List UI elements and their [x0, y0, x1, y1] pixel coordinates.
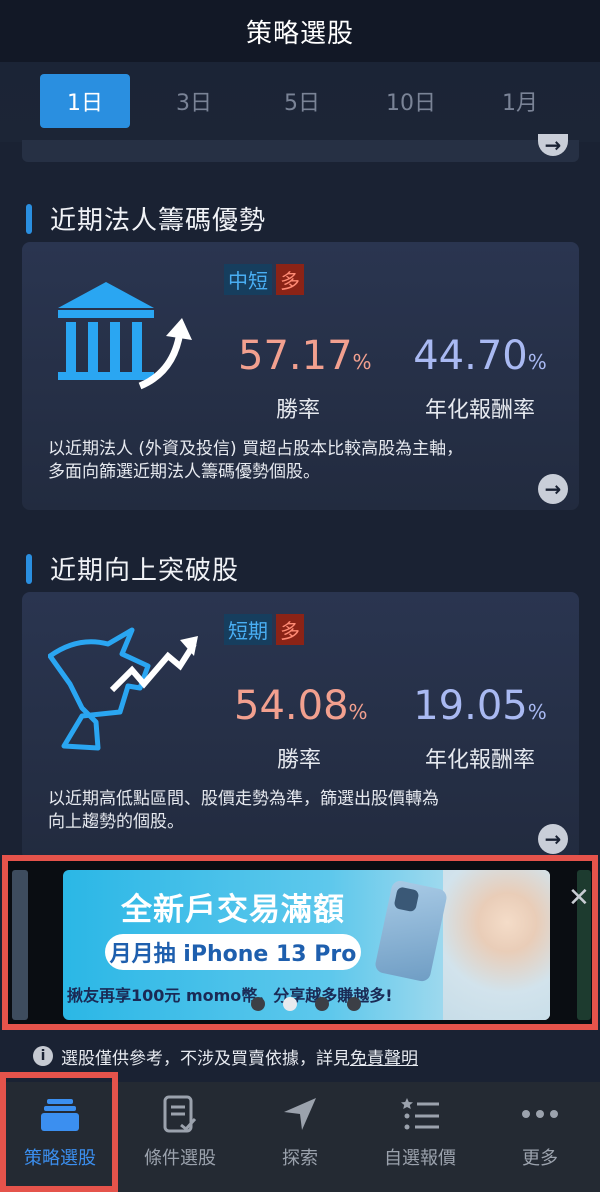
section-accent-bar: [26, 553, 32, 584]
description-line: 向上趨勢的個股。: [48, 812, 184, 832]
checklist-doc-icon: [160, 1094, 200, 1134]
more-dots-icon: [520, 1094, 560, 1134]
ad-photo: [443, 870, 550, 1020]
section-accent-bar: [26, 203, 32, 234]
description-line: 多面向篩選近期法人籌碼優勢個股。: [48, 462, 320, 482]
annual-return-stat: 19.05% 年化報酬率: [410, 684, 550, 774]
win-rate-value: 54.08: [234, 683, 349, 729]
bank-building-icon: [48, 276, 198, 396]
star-list-icon: [400, 1094, 440, 1134]
win-rate-label: 勝率: [275, 398, 320, 423]
disclaimer-text: 選股僅供參考，不涉及買賣依據，詳見: [61, 1048, 350, 1069]
ad-banner-carousel[interactable]: 全新戶交易滿額 月月抽 iPhone 13 Pro 揪友再享100元 momo幣…: [2, 855, 598, 1030]
ad-headline: 全新戶交易滿額: [121, 892, 345, 928]
disclaimer-link[interactable]: 免責聲明: [350, 1044, 418, 1069]
term-tag: 中短: [224, 264, 272, 295]
section-title-text: 近期向上突破股: [50, 556, 240, 586]
win-rate-unit: %: [348, 700, 368, 724]
tab-1d[interactable]: 1日: [40, 74, 130, 128]
annual-return-value: 44.70: [413, 333, 528, 379]
previous-strategy-card[interactable]: →: [22, 133, 579, 162]
carousel-dots: [251, 997, 361, 1011]
direction-tag: 多: [276, 264, 304, 295]
term-tag: 短期: [224, 614, 272, 645]
section-title-institutional: 近期法人籌碼優勢: [26, 200, 266, 237]
annual-return-value: 19.05: [413, 683, 528, 729]
arrow-right-icon[interactable]: →: [538, 824, 568, 854]
strategy-description: 以近期法人 (外資及投信) 買超占股本比較高股為主軸， 多面向篩選近期法人籌碼優…: [48, 438, 528, 484]
nav-item-more[interactable]: 更多: [480, 1082, 600, 1192]
win-rate-stat: 57.17% 勝率: [238, 333, 372, 424]
ad-pill: 月月抽 iPhone 13 Pro: [105, 934, 361, 970]
tab-10d[interactable]: 10日: [366, 74, 456, 128]
navigation-arrow-icon: [280, 1094, 320, 1134]
bull-uptrend-icon: [47, 626, 198, 756]
annual-return-label: 年化報酬率: [424, 748, 535, 773]
page-title: 策略選股: [245, 18, 354, 49]
strategy-card-breakout[interactable]: 短期 多 54.08% 勝率 19.05% 年化報酬率 以近期高低點區間、股價走…: [22, 592, 579, 860]
nav-label: 條件選股: [144, 1148, 216, 1169]
carousel-dot[interactable]: [315, 997, 329, 1011]
tab-5d[interactable]: 5日: [257, 74, 347, 128]
nav-item-condition[interactable]: 條件選股: [120, 1082, 240, 1192]
app-header: 策略選股: [0, 0, 600, 62]
strategy-description: 以近期高低點區間、股價走勢為準，篩選出股價轉為 向上趨勢的個股。: [48, 788, 528, 834]
win-rate-label: 勝率: [276, 748, 321, 773]
arrow-right-icon[interactable]: →: [538, 133, 568, 157]
carousel-dot-active[interactable]: [283, 997, 297, 1011]
nav-item-watchlist[interactable]: 自選報價: [360, 1082, 480, 1192]
tab-1m[interactable]: 1月: [475, 74, 565, 128]
annual-return-unit: %: [527, 350, 547, 374]
strategy-tags: 短期 多: [224, 614, 304, 645]
nav-item-explore[interactable]: 探索: [240, 1082, 360, 1192]
nav-label: 探索: [282, 1148, 318, 1169]
arrow-right-icon[interactable]: →: [538, 474, 568, 504]
ad-previous-slide[interactable]: [12, 870, 28, 1020]
section-title-text: 近期法人籌碼優勢: [50, 206, 267, 236]
period-tabs: 1日 3日 5日 10日 1月: [0, 62, 600, 142]
info-icon: i: [33, 1046, 53, 1066]
highlight-box: [0, 1072, 118, 1192]
direction-tag: 多: [276, 614, 304, 645]
win-rate-stat: 54.08% 勝率: [234, 683, 368, 774]
tab-3d[interactable]: 3日: [149, 74, 239, 128]
strategy-card-institutional[interactable]: 中短 多 57.17% 勝率 44.70% 年化報酬率 以近期法人 (外資及投信…: [22, 242, 579, 510]
nav-label: 自選報價: [384, 1148, 456, 1169]
description-line: 以近期法人 (外資及投信) 買超占股本比較高股為主軸，: [48, 439, 464, 459]
nav-label: 更多: [522, 1148, 558, 1169]
description-line: 以近期高低點區間、股價走勢為準，篩選出股價轉為: [48, 789, 439, 809]
win-rate-value: 57.17: [238, 333, 353, 379]
carousel-dot[interactable]: [347, 997, 361, 1011]
strategy-tags: 中短 多: [224, 264, 304, 295]
annual-return-stat: 44.70% 年化報酬率: [410, 334, 550, 424]
carousel-dot[interactable]: [251, 997, 265, 1011]
close-icon[interactable]: ✕: [568, 883, 590, 913]
win-rate-unit: %: [352, 350, 372, 374]
section-title-breakout: 近期向上突破股: [26, 550, 239, 587]
annual-return-label: 年化報酬率: [424, 398, 535, 423]
annual-return-unit: %: [527, 700, 547, 724]
phone-image: [373, 879, 449, 983]
